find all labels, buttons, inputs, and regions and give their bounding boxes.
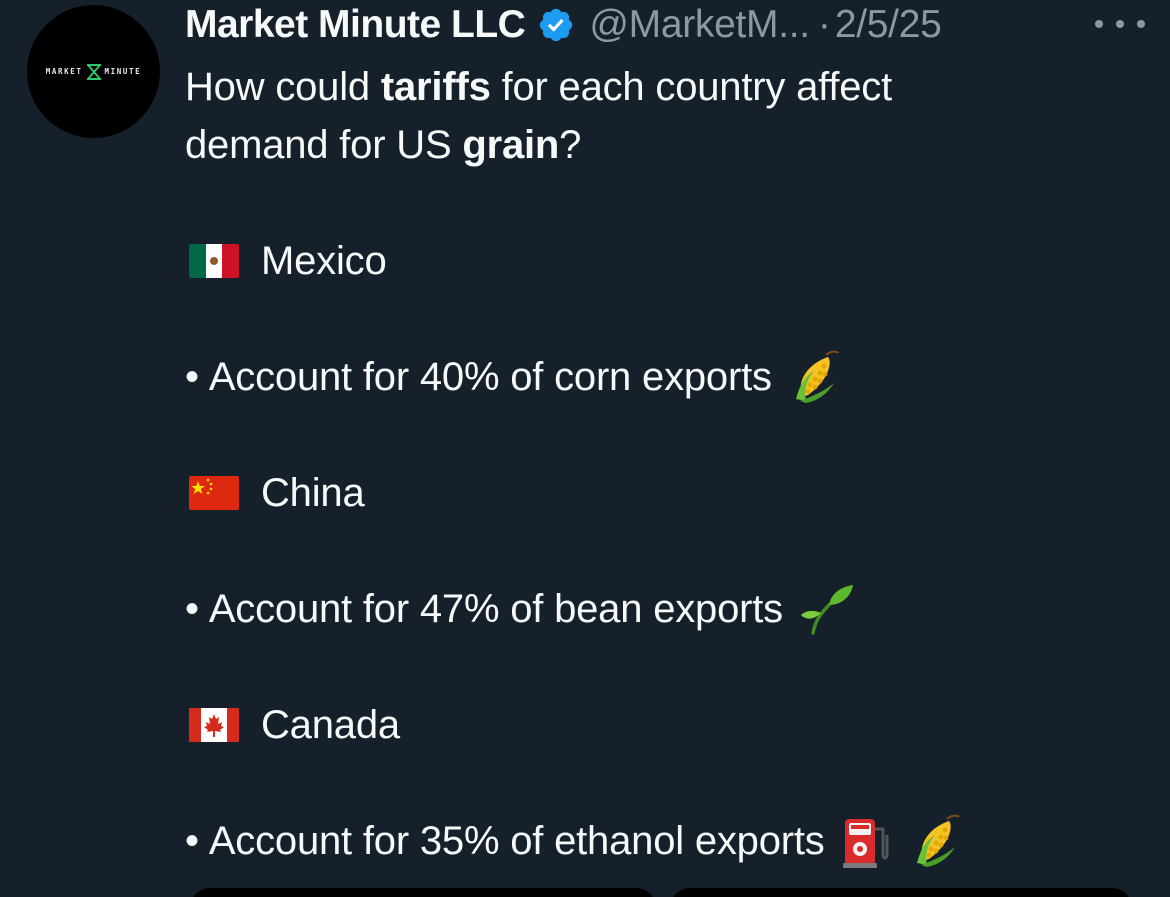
bullet: • — [185, 355, 199, 399]
detail-text: Account for 35% of ethanol exports — [208, 819, 825, 863]
intro-bold-tariffs: tariffs — [380, 65, 491, 109]
country-heading-mexico: Mexico — [185, 232, 1145, 290]
media-thumbnail-right[interactable] — [670, 888, 1132, 897]
fuel-pump-icon — [842, 819, 889, 868]
intro-bold-grain: grain — [462, 123, 560, 167]
avatar-text-left: MARKET — [45, 67, 83, 76]
country-heading-canada: Canada — [185, 696, 1145, 754]
country-name: China — [261, 471, 365, 515]
corn-icon — [795, 350, 839, 403]
avatar[interactable]: MARKET MINUTE — [27, 5, 160, 138]
country-heading-china: China — [185, 464, 1145, 522]
intro-line-1: How could tariffs for each country affec… — [185, 58, 1145, 116]
intro-text: How could — [185, 65, 370, 109]
avatar-text-right: MINUTE — [104, 67, 142, 76]
detail-mexico: • Account for 40% of corn exports — [185, 348, 1145, 406]
more-dot — [1095, 20, 1103, 28]
detail-china: • Account for 47% of bean exports — [185, 580, 1145, 638]
intro-text: demand for US — [185, 123, 452, 167]
intro-question-mark: ? — [559, 123, 582, 167]
intro-line-2: demand for US grain? — [185, 116, 1145, 174]
author-name[interactable]: Market Minute LLC — [185, 3, 526, 47]
country-name: Mexico — [261, 239, 387, 283]
separator-dot: · — [817, 3, 831, 46]
verified-badge-icon — [540, 8, 573, 42]
more-dot — [1116, 20, 1124, 28]
more-dot — [1137, 20, 1145, 28]
author-handle[interactable]: @MarketM... — [589, 3, 810, 47]
media-thumbnail-left[interactable] — [190, 888, 656, 897]
detail-text: Account for 47% of bean exports — [208, 587, 783, 631]
country-name: Canada — [261, 703, 400, 747]
tweet-date[interactable]: 2/5/25 — [835, 3, 942, 47]
seedling-icon — [800, 585, 853, 635]
detail-text: Account for 40% of corn exports — [208, 355, 772, 399]
china-flag-icon — [189, 476, 239, 510]
more-options-icon[interactable] — [1095, 10, 1145, 38]
canada-flag-icon — [189, 708, 239, 742]
intro-text: for each country affect — [501, 65, 893, 109]
tweet-header: Market Minute LLC @MarketM... · 2/5/25 — [185, 0, 1145, 50]
detail-canada: • Account for 35% of ethanol exports — [185, 812, 1145, 870]
hourglass-logo-icon — [86, 63, 101, 80]
bullet: • — [185, 819, 199, 863]
mexico-flag-icon — [189, 244, 239, 278]
bullet: • — [185, 587, 199, 631]
tweet-text: How could tariffs for each country affec… — [185, 58, 1145, 870]
corn-icon — [916, 814, 960, 867]
